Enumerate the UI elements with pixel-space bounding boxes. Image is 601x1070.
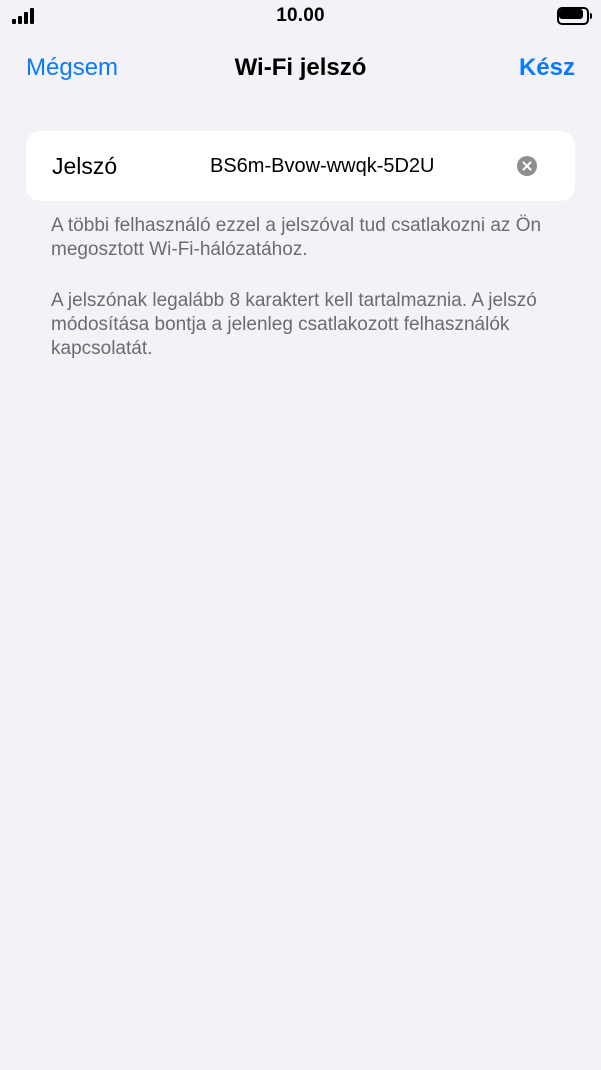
done-button[interactable]: Kész <box>519 54 575 82</box>
status-time: 10.00 <box>276 5 325 26</box>
footer-note-sharing: A többi felhasználó ezzel a jelszóval tu… <box>51 215 542 260</box>
password-cell[interactable]: Jelszó BS6m-Bvow-wwqk-5D2U <box>26 131 575 201</box>
page-title: Wi-Fi jelszó <box>234 54 367 81</box>
clear-icon[interactable] <box>517 156 537 176</box>
password-label: Jelszó <box>52 153 118 179</box>
status-bar: 10.00 <box>0 0 601 34</box>
battery-icon <box>557 7 592 25</box>
password-input[interactable]: BS6m-Bvow-wwqk-5D2U <box>210 155 435 178</box>
navigation-bar: Mégsem Wi-Fi jelszó Kész <box>0 44 601 94</box>
footer-note-requirements: A jelszónak legalább 8 karaktert kell ta… <box>51 290 537 359</box>
